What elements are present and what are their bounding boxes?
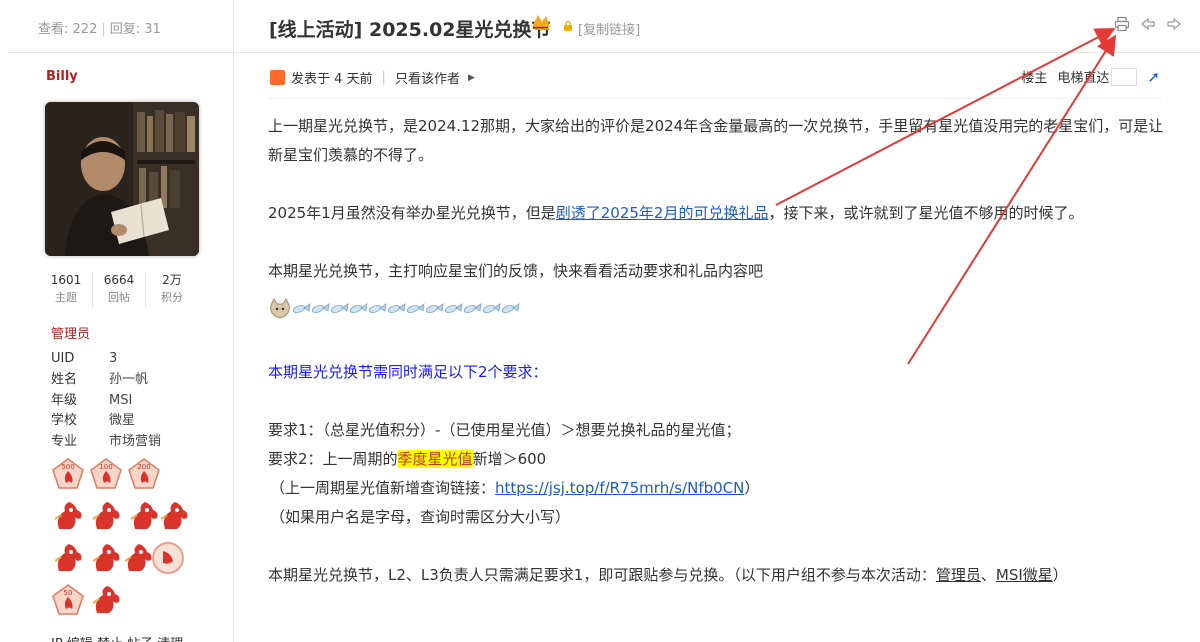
post-time: 发表于 4 天前	[291, 72, 373, 87]
stat-points[interactable]: 2万 积分	[146, 272, 198, 308]
medal-number: 200	[137, 463, 150, 471]
fish-emoji-icon	[444, 303, 463, 313]
stat-threads[interactable]: 1601 主题	[40, 272, 93, 308]
medal-icon[interactable]: 200	[127, 457, 161, 491]
spoiler-link[interactable]: 剧透了2025年2月的可兑换礼品	[556, 204, 769, 222]
dragon-medal-icon[interactable]	[127, 499, 161, 533]
dragon-medal-icon[interactable]	[157, 499, 191, 533]
emoji-row	[268, 289, 1168, 329]
post-icon	[270, 70, 285, 85]
case-note: （如果用户名是字母，查询时需区分大小写）	[270, 508, 571, 526]
paragraph: 2025年1月虽然没有举办星光兑换节，但是剧透了2025年2月的可兑换礼品，接下…	[268, 204, 1084, 222]
previous-thread-icon[interactable]	[1140, 16, 1156, 32]
medal-icon[interactable]	[151, 541, 185, 575]
fish-emoji-icon	[349, 303, 368, 313]
fish-emoji-icon	[330, 303, 349, 313]
profile-row: 年级 MSI	[51, 392, 133, 408]
admin-group-link[interactable]: 管理员	[936, 566, 981, 584]
dragon-medal-icon[interactable]	[89, 541, 123, 575]
query-line: （上一周期星光值新增查询链接：https://jsj.top/f/R75mrh/…	[270, 479, 760, 497]
dragon-medal-icon[interactable]	[51, 499, 85, 533]
medal-icon[interactable]: 100	[89, 457, 123, 491]
medal-number: 500	[61, 463, 74, 471]
paragraph: 本期星光兑换节，主打响应星宝们的反馈，快来看看活动要求和礼品内容吧	[268, 262, 764, 280]
profile-fields: UID 3 姓名 孙一帆 年级 MSI 学校 微星 专业 市场营销	[51, 349, 161, 453]
medal-number: 100	[99, 463, 112, 471]
print-icon[interactable]	[1114, 16, 1130, 32]
floor-input[interactable]	[1111, 67, 1138, 86]
floor-label: 楼主	[1021, 71, 1048, 86]
medal-icon[interactable]: 500	[51, 457, 85, 491]
fish-emoji-icon	[368, 303, 387, 313]
fish-emoji-icon	[463, 303, 482, 313]
triangle-right-icon[interactable]: ▶	[468, 73, 475, 83]
cat-emoji-icon	[270, 297, 290, 319]
requirement-1: 要求1：（总星光值积分）-（已使用星光值）＞想要兑换礼品的星光值；	[268, 421, 741, 439]
elevator-label: 电梯直达	[1057, 71, 1110, 86]
medal-icon[interactable]: 50	[51, 583, 85, 617]
medal-number: 50	[64, 589, 73, 597]
profile-row: 专业 市场营销	[51, 434, 162, 450]
query-link[interactable]: https://jsj.top/f/R75mrh/s/Nfb0CN	[495, 479, 744, 497]
profile-row: 姓名 孙一帆	[51, 371, 149, 387]
fish-emoji-icon	[406, 303, 425, 313]
dragon-medal-icon[interactable]	[89, 499, 123, 533]
msi-group-link[interactable]: MSI微星	[996, 566, 1053, 584]
user-group[interactable]: 管理员	[51, 323, 90, 342]
paragraph: 上一期星光兑换节，是2024.12那期，大家给出的评价是2024年含金量最高的一…	[268, 117, 1164, 164]
divider	[268, 98, 1162, 99]
author-name[interactable]: Billy	[46, 69, 78, 84]
jump-icon[interactable]: ➚	[1147, 68, 1160, 86]
dragon-medal-icon[interactable]	[121, 541, 155, 575]
thread-title: [线上活动] 2025.02星光兑换节	[269, 19, 551, 41]
only-author-link[interactable]: 只看该作者	[395, 68, 460, 87]
admin-actions[interactable]: IP 编辑 禁止 帖子 清理	[51, 633, 183, 642]
forum-thread-page: 查看: 222 | 回复: 31 [线上活动] 2025.02星光兑换节 [复制链接…	[0, 0, 1200, 642]
post-meta: 发表于 4 天前 | 只看该作者 ▶	[270, 68, 475, 87]
fish-emoji-icon	[387, 303, 406, 313]
fish-emoji-icon	[311, 303, 330, 313]
floor-info: 楼主 电梯直达 ➚	[1021, 67, 1160, 86]
thread-tools	[1114, 16, 1182, 32]
lock-icon	[564, 21, 572, 31]
fish-emoji-icon	[482, 303, 501, 313]
requirements-heading: 本期星光兑换节需同时满足以下2个要求：	[268, 363, 548, 381]
column-divider	[233, 0, 234, 642]
profile-row: UID 3	[51, 351, 118, 366]
replies-count: 31	[144, 22, 161, 37]
fish-emoji-icon	[501, 303, 520, 313]
post-body: 上一期星光兑换节，是2024.12那期，大家给出的评价是2024年含金量最高的一…	[268, 112, 1168, 590]
dragon-medal-icon[interactable]	[51, 541, 85, 575]
avatar[interactable]	[45, 102, 199, 256]
profile-row: 学校 微星	[51, 413, 136, 429]
thread-stats: 查看: 222 | 回复: 31	[38, 22, 161, 37]
fish-emoji-icon	[425, 303, 444, 313]
author-counts: 1601 主题 6664 回帖 2万 积分	[40, 272, 198, 308]
next-thread-icon[interactable]	[1166, 16, 1182, 32]
requirement-2: 要求2：上一周期的季度星光值新增＞600	[268, 450, 547, 468]
views-count: 222	[72, 22, 98, 37]
stat-posts[interactable]: 6664 回帖	[93, 272, 146, 308]
copy-link-button[interactable]: [复制链接]	[578, 19, 640, 38]
author-sidebar: Billy 1601 主题 6664 回帖 2万 积分 管理员 UID 3 姓名…	[0, 54, 233, 642]
paragraph: 本期星光兑换节，L2、L3负责人只需满足要求1，即可跟贴参与兑换。（以下用户组不…	[268, 566, 1068, 584]
fish-emoji-icon	[292, 303, 311, 313]
dragon-medal-icon[interactable]	[89, 583, 123, 617]
hot-badge-icon	[532, 15, 550, 30]
